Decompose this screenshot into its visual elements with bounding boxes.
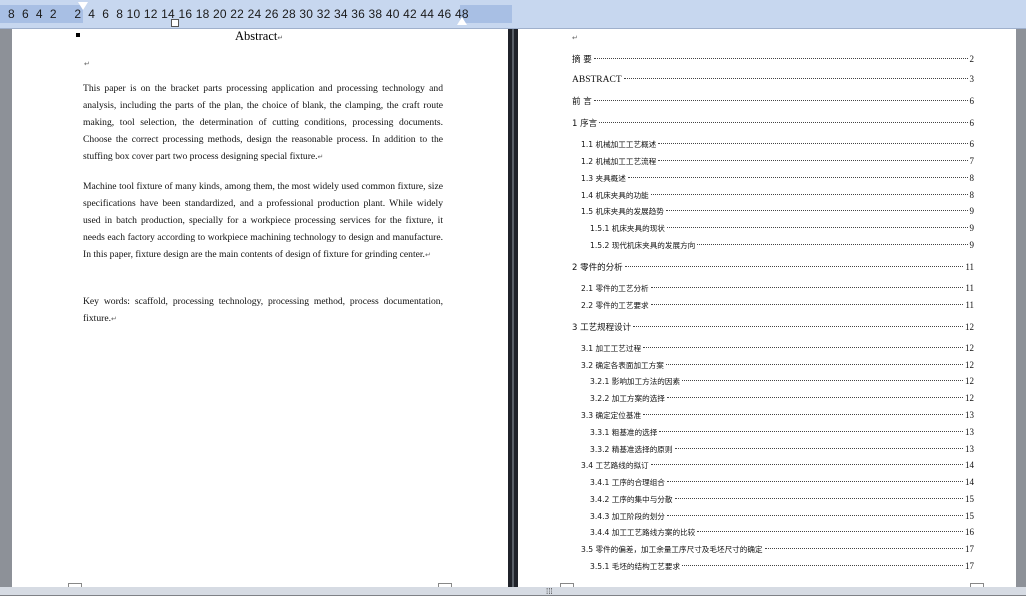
paragraph-mark: ↵ bbox=[572, 34, 578, 42]
horizontal-ruler[interactable]: 8 6 4 2 2 4 6 8 10 12 14 16 18 20 22 24 … bbox=[0, 0, 1026, 29]
toc-entry[interactable]: 1.2 机械加工工艺流程 7 bbox=[581, 156, 974, 170]
paragraph-text: Machine tool fixture of many kinds, amon… bbox=[83, 181, 443, 260]
right-gutter bbox=[1016, 29, 1026, 587]
right-indent-marker[interactable] bbox=[457, 17, 467, 25]
toc-entry[interactable]: 3.2.1 影响加工方法的因素 12 bbox=[590, 376, 974, 390]
page-divider bbox=[508, 29, 518, 587]
toc-entry[interactable]: 1.1 机械加工工艺概述 6 bbox=[581, 139, 974, 153]
status-bar bbox=[0, 587, 1026, 595]
toc-entry[interactable]: 3.2 确定各表面加工方案 12 bbox=[581, 360, 974, 374]
paragraph-mark: ↵ bbox=[110, 315, 117, 323]
toc-entry[interactable]: 2 零件的分析 11 bbox=[572, 261, 974, 275]
toc-entry[interactable]: 1 序言 6 bbox=[572, 117, 974, 131]
abstract-paragraph-2[interactable]: Machine tool fixture of many kinds, amon… bbox=[83, 178, 443, 264]
toc-entry[interactable]: 3 工艺规程设计 12 bbox=[572, 321, 974, 335]
toc-entry[interactable]: 1.4 机床夹具的功能 8 bbox=[581, 190, 974, 204]
paragraph-mark: ↵ bbox=[317, 153, 324, 161]
paragraph-text: This paper is on the bracket parts proce… bbox=[83, 83, 443, 162]
paragraph-mark: ↵ bbox=[277, 34, 284, 42]
toc-entry[interactable]: 1.5.1 机床夹具的现状 9 bbox=[590, 223, 974, 237]
toc-entry[interactable]: 摘 要2 bbox=[572, 53, 974, 67]
abstract-title-text: Abstract bbox=[235, 29, 278, 43]
toc-entry[interactable]: 3.3 确定定位基准 13 bbox=[581, 410, 974, 424]
toc-entry[interactable]: 2.2 零件的工艺要求 11 bbox=[581, 300, 974, 314]
left-indent-marker[interactable] bbox=[171, 19, 179, 27]
toc-entry[interactable]: 1.3 夹具概述 8 bbox=[581, 173, 974, 187]
toc-entry[interactable]: 3.3.1 粗基准的选择 13 bbox=[590, 427, 974, 441]
toc-entry[interactable]: 3.3.2 精基准选择的原则 13 bbox=[590, 444, 974, 458]
toc-entry[interactable]: ABSTRACT 3 bbox=[572, 74, 974, 88]
toc-entry[interactable]: 3.4.4 加工工艺路线方案的比较 16 bbox=[590, 527, 974, 541]
toc-entry[interactable]: 3.4.1 工序的合理组合 14 bbox=[590, 477, 974, 491]
toc-entry[interactable]: 2.1 零件的工艺分析 11 bbox=[581, 283, 974, 297]
toc-entry[interactable]: 3.4.2 工序的集中与分散 15 bbox=[590, 494, 974, 508]
left-gutter bbox=[0, 29, 12, 587]
bullet-mark bbox=[76, 33, 80, 37]
abstract-paragraph-1[interactable]: This paper is on the bracket parts proce… bbox=[83, 80, 443, 166]
toc-entry[interactable]: 3.5.1 毛坯的结构工艺要求 17 bbox=[590, 561, 974, 575]
first-line-indent-marker[interactable] bbox=[78, 2, 88, 10]
toc-entry[interactable]: 1.5.2 现代机床夹具的发展方向 9 bbox=[590, 240, 974, 254]
paragraph-mark: ↵ bbox=[84, 60, 90, 68]
toc-entry[interactable]: 3.5 零件的偏差，加工余量工序尺寸及毛坯尺寸的确定 17 bbox=[581, 544, 974, 558]
toc-entry[interactable]: 前 言6 bbox=[572, 95, 974, 109]
keywords-paragraph[interactable]: Key words: scaffold, processing technolo… bbox=[83, 293, 443, 328]
abstract-title[interactable]: Abstract↵ bbox=[235, 29, 283, 44]
paragraph-mark: ↵ bbox=[424, 251, 431, 259]
resize-grip-icon[interactable]: ⁞⁞⁞ bbox=[546, 588, 553, 596]
toc-entry[interactable]: 3.2.2 加工方案的选择 12 bbox=[590, 393, 974, 407]
toc-entry[interactable]: 3.1 加工工艺过程 12 bbox=[581, 343, 974, 357]
toc-entry[interactable]: 1.5 机床夹具的发展趋势 9 bbox=[581, 206, 974, 220]
paragraph-text: Key words: scaffold, processing technolo… bbox=[83, 296, 443, 324]
toc-entry[interactable]: 3.4 工艺路线的拟订 14 bbox=[581, 460, 974, 474]
toc-entry[interactable]: 3.4.3 加工阶段的划分 15 bbox=[590, 511, 974, 525]
